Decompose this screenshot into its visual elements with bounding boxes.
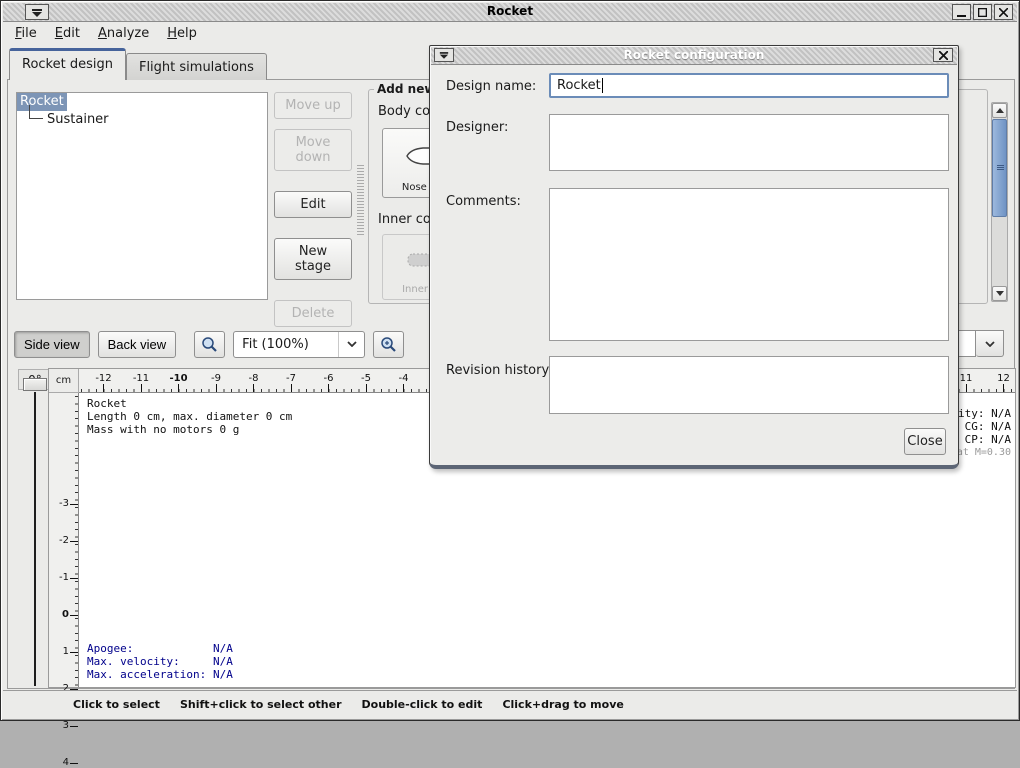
new-stage-button[interactable]: New stage [274,238,352,280]
magnifier-plus-icon [380,336,397,353]
tree-connector [29,105,43,119]
component-tree[interactable]: Rocket Sustainer [16,92,268,300]
dialog-close-icon[interactable] [933,48,953,62]
menubar: FileEditAnalyzeHelp [3,23,1017,44]
rocket-info-text: RocketLength 0 cm, max. diameter 0 cmMas… [87,397,292,436]
dialog-title: Rocket configuration [431,48,957,62]
status-hint: Shift+click to select other [180,698,342,711]
chevron-down-icon [338,332,364,357]
window-title: Rocket [3,4,1017,18]
side-view-button[interactable]: Side view [14,331,90,358]
comments-textarea[interactable] [549,188,949,341]
tree-item-rocket[interactable]: Rocket [17,93,267,111]
menu-item-help[interactable]: Help [159,24,205,43]
magnifier-icon [201,336,218,353]
design-name-input[interactable]: Rocket [549,73,949,98]
scroll-up-button[interactable] [992,103,1007,118]
designer-label: Designer: [446,120,508,135]
zoom-level-combobox[interactable]: Fit (100%) [233,331,365,358]
tree-actions: Move up Move down Edit New stage Delete [274,92,352,337]
comments-label: Comments: [446,194,521,209]
dialog-titlebar[interactable]: Rocket configuration [431,47,957,65]
tab-row: Rocket design Flight simulations [9,47,267,80]
design-name-label: Design name: [446,79,536,94]
scroll-down-button[interactable] [992,286,1007,301]
close-button[interactable] [994,4,1013,20]
minimize-button[interactable] [952,4,971,20]
move-down-button[interactable]: Move down [274,129,352,171]
zoom-out-button[interactable] [194,331,225,358]
zoom-in-button[interactable] [373,331,404,358]
designer-textarea[interactable] [549,114,949,171]
menu-item-edit[interactable]: Edit [47,24,88,43]
tree-item-sustainer[interactable]: Sustainer [17,111,267,129]
chevron-down-icon [976,330,1004,357]
text-caret [602,78,603,93]
rotation-slider-track[interactable] [34,392,36,686]
panel-splitter[interactable] [357,165,364,235]
tab-flight-simulations[interactable]: Flight simulations [126,53,267,80]
edit-button[interactable]: Edit [274,191,352,218]
back-view-button[interactable]: Back view [98,331,177,358]
component-scrollbar[interactable] [991,102,1008,302]
vertical-ruler: -3-2-101234 [49,393,79,687]
status-bar: Click to select Shift+click to select oth… [3,690,1017,718]
delete-button[interactable]: Delete [274,300,352,327]
rocket-configuration-dialog: Rocket configuration Design name: Rocket… [429,45,959,469]
revision-history-textarea[interactable] [549,356,949,414]
status-hint: Click to select [73,698,160,711]
tab-rocket-design[interactable]: Rocket design [9,48,126,80]
status-hint: Click+drag to move [502,698,623,711]
flight-info-text: Apogee:N/AMax. velocity:N/AMax. accelera… [87,642,233,681]
move-up-button[interactable]: Move up [274,92,352,119]
scroll-thumb[interactable] [992,119,1007,217]
status-hint: Double-click to edit [362,698,483,711]
revision-history-label: Revision history: [446,363,553,378]
rotation-slider-handle[interactable] [23,378,47,391]
main-window: Rocket FileEditAnalyzeHelp Rocket design… [0,0,1020,721]
window-titlebar[interactable]: Rocket [3,3,1017,22]
dialog-close-button[interactable]: Close [904,428,946,455]
ruler-unit-label: cm [49,369,79,393]
menu-item-analyze[interactable]: Analyze [90,24,157,43]
menu-item-file[interactable]: File [7,24,45,43]
maximize-button[interactable] [973,4,992,20]
